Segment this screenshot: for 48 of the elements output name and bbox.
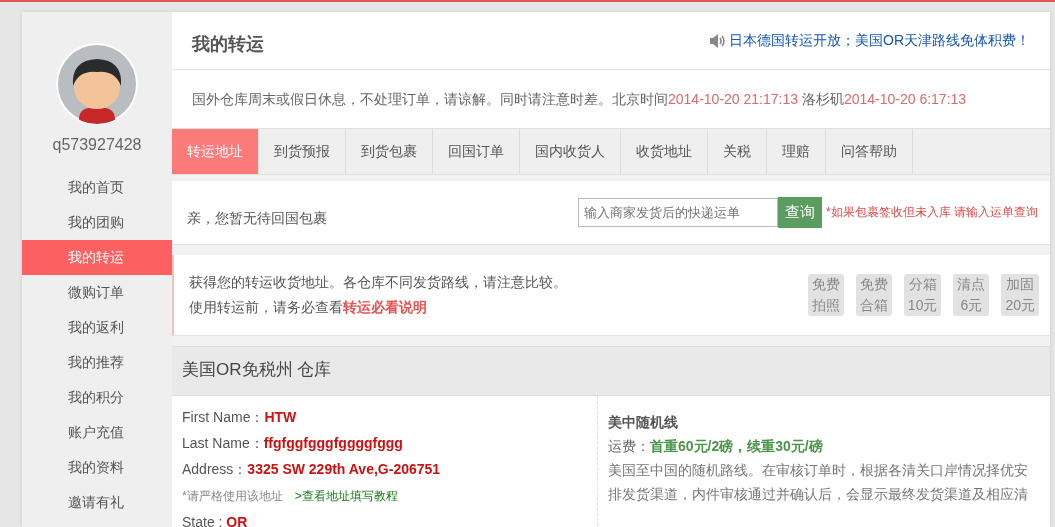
field-label: State : (182, 514, 224, 527)
field-value: 3325 SW 229th Ave,G-206751 (247, 461, 441, 477)
service-badge: 免费 合箱 (855, 274, 892, 316)
username: q573927428 (51, 136, 143, 154)
address-hint: *请严格使用该地址 (182, 489, 283, 503)
tab[interactable]: 到货预报 (259, 129, 346, 174)
notice-text: 国外仓库周末或假日休息，不处理订单，请谅解。同时请注意时差。北京时间2014-10-20 21:17:13 洛杉矶2014-10-20 6:17:13 (172, 70, 1050, 128)
sidebar-item[interactable]: 我的推荐 (22, 345, 172, 380)
field-value: OR (226, 514, 248, 527)
service-badge: 分箱 10元 (903, 274, 942, 316)
sidebar-item[interactable]: 我的返利 (22, 310, 172, 345)
sidebar-item[interactable]: 我的团购 (22, 205, 172, 240)
speaker-icon (709, 33, 725, 48)
route-description: 美国至中国的随机路线。在审核订单时，根据各清关口岸情况择优安排发货渠道，内件审核通过并确认后，会显示最终发货渠道及相应清 (608, 461, 1029, 504)
tab[interactable]: 到货包裹 (346, 129, 433, 174)
intro-text: 获得您的转运收货地址。各仓库不同发货路线，请注意比较。 (189, 273, 568, 292)
service-badge: 免费 拍照 (807, 274, 844, 316)
query-hint: *如果包裹签收但未入库 请输入运单查询 (826, 204, 1038, 221)
sidebar-item[interactable]: 邀请有礼 (22, 485, 172, 520)
sidebar-item[interactable]: 我的积分 (22, 380, 172, 415)
tab[interactable]: 问答帮助 (826, 129, 913, 174)
route-name: 美中随机线 (608, 413, 679, 432)
field-value: ffgfggfgggfggggfggg (263, 435, 403, 451)
field-label: Last Name： (182, 435, 264, 451)
tab[interactable]: 关税 (708, 129, 767, 174)
tab[interactable]: 收货地址 (621, 129, 708, 174)
service-badge: 加固 20元 (1001, 274, 1039, 316)
field-label: Address： (182, 461, 248, 477)
tab[interactable]: 国内收货人 (520, 129, 621, 174)
field-value: HTW (264, 409, 297, 425)
page-title: 我的转运 (192, 32, 264, 56)
announcement-link[interactable]: 日本德国转运开放；美国OR天津路线免体积费！ (729, 31, 1030, 50)
tutorial-link[interactable]: >查看地址填写教程 (294, 489, 398, 503)
warehouse-title: 美国OR免税州 仓库 (172, 346, 1050, 396)
sidebar-item[interactable]: 我的首页 (22, 170, 172, 205)
tab[interactable]: 理赔 (767, 129, 826, 174)
service-badge: 清点 6元 (953, 274, 990, 316)
intro-text: 使用转运前，请务必查看 (189, 299, 343, 315)
route-fee: 运费：首重60元/2磅，续重30元/磅 (608, 437, 824, 456)
sidebar-item[interactable]: 我的资料 (22, 450, 172, 485)
tracking-number-field[interactable]: 输入商家发货后的快递运单 (578, 198, 778, 227)
field-label: First Name： (182, 409, 265, 425)
empty-message: 亲，您暂无待回国包裹 (187, 209, 328, 228)
avatar-icon (55, 42, 139, 126)
sidebar-item[interactable]: 微购订单 (22, 275, 172, 310)
sidebar-item[interactable]: 账户充值 (22, 415, 172, 450)
guide-link[interactable]: 转运必看说明 (343, 299, 427, 315)
tab[interactable]: 回国订单 (433, 129, 520, 174)
